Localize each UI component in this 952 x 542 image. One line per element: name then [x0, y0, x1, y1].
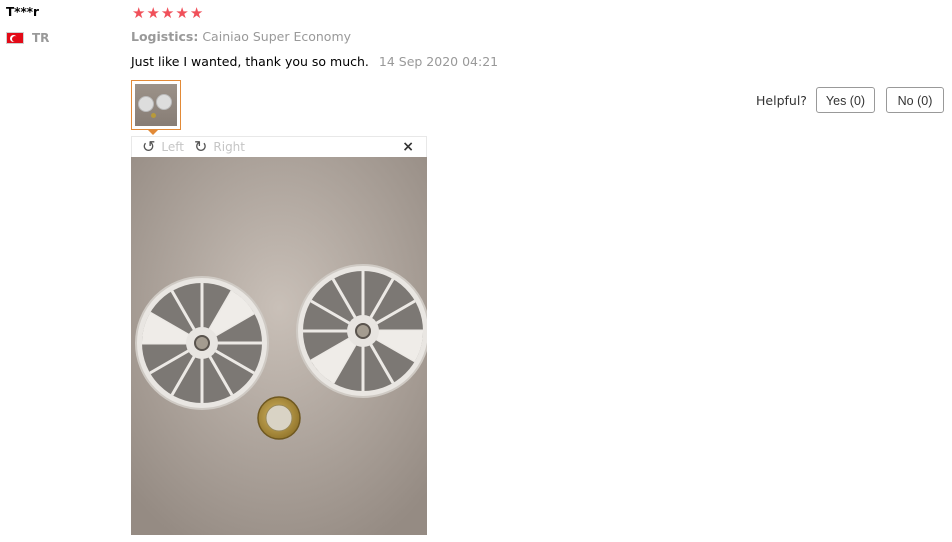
user-name: T***r	[6, 5, 39, 19]
rotate-right-label: Right	[213, 140, 245, 154]
rotate-right-button[interactable]: ↻ Right	[194, 139, 245, 155]
user-country: TR	[6, 31, 49, 45]
review-photo-thumbnail[interactable]	[131, 80, 181, 130]
review-date: 14 Sep 2020 04:21	[378, 54, 499, 69]
logistics-value: Cainiao Super Economy	[202, 29, 352, 44]
thumbnail-pointer	[147, 129, 159, 135]
star-rating: ★ ★ ★ ★ ★	[132, 5, 203, 21]
star-icon: ★	[189, 4, 204, 22]
star-icon: ★	[160, 4, 175, 22]
rotate-left-button[interactable]: ↺ Left	[142, 139, 184, 155]
review-body: Just like I wanted, thank you so much. 1…	[131, 54, 498, 69]
review-photo-large	[131, 157, 427, 535]
turkey-flag-icon	[6, 32, 24, 44]
rotate-left-icon: ↺	[142, 137, 156, 156]
logistics-label: Logistics:	[131, 29, 199, 44]
helpful-no-button[interactable]: No (0)	[886, 87, 944, 113]
logistics-info: Logistics: Cainiao Super Economy	[131, 29, 351, 44]
photo-image	[131, 157, 427, 535]
helpful-label: Helpful?	[756, 93, 807, 108]
star-icon: ★	[132, 4, 146, 22]
star-icon: ★	[175, 4, 189, 22]
rotate-right-icon: ↻	[193, 137, 208, 156]
helpful-yes-button[interactable]: Yes (0)	[816, 87, 875, 113]
country-code: TR	[32, 31, 50, 45]
close-icon[interactable]: ×	[402, 139, 414, 155]
thumbnail-image	[135, 84, 177, 126]
star-icon: ★	[146, 4, 160, 22]
photo-viewer-toolbar: ↺ Left ↻ Right ×	[131, 136, 427, 158]
rotate-left-label: Left	[161, 140, 184, 154]
review-text: Just like I wanted, thank you so much.	[131, 54, 369, 69]
